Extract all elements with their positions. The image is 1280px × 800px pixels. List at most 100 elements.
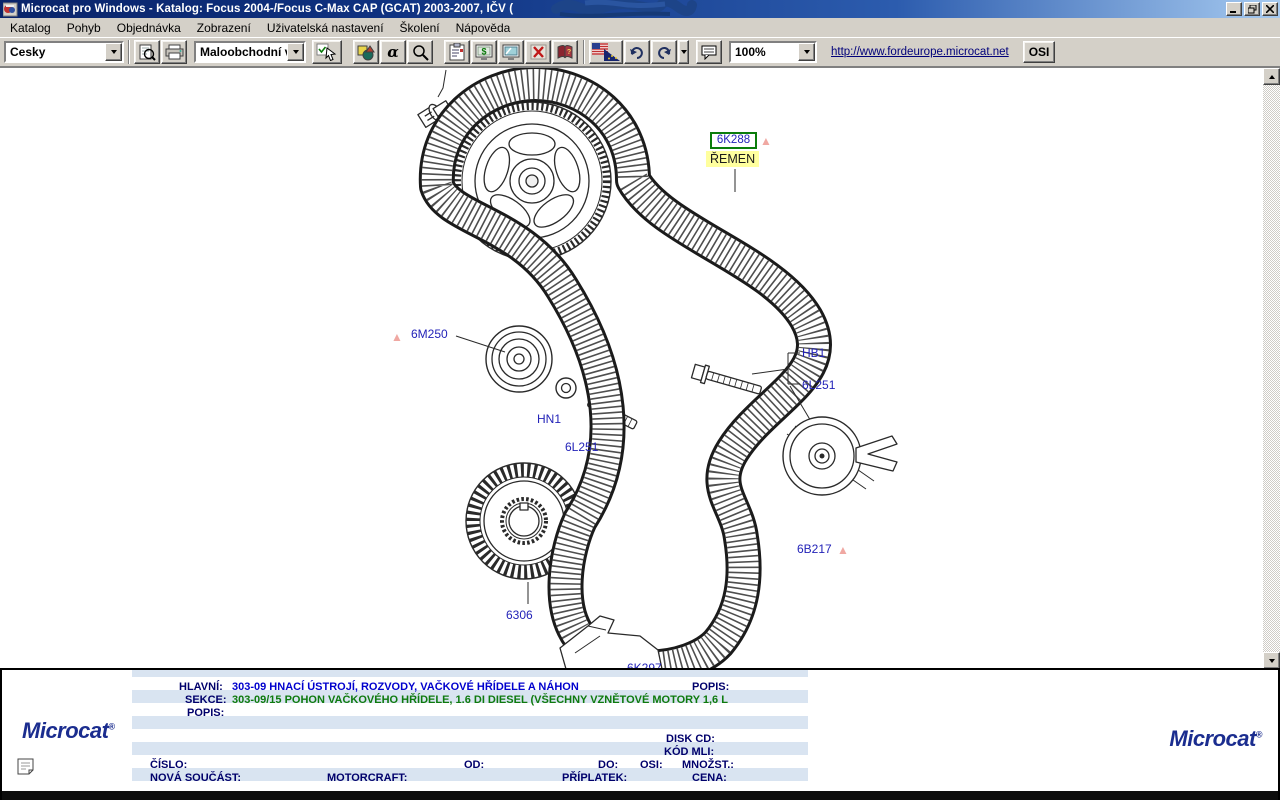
hlavni-value: 303-09 HNACÍ ÚSTROJÍ, ROZVODY, VAČKOVÉ H… [232, 681, 579, 694]
minimize-button[interactable] [1226, 2, 1242, 16]
registered-mark: ® [108, 722, 114, 732]
notes-button[interactable] [696, 40, 722, 64]
label-6k297-partial[interactable]: 6K297 [627, 661, 662, 668]
printer-icon [165, 44, 184, 60]
delete-button[interactable] [525, 40, 551, 64]
microcat-window: Microcat pro Windows - Katalog: Focus 20… [0, 0, 1280, 800]
monitor-dollar-icon: $ [475, 44, 494, 61]
do-label: DO: [598, 759, 618, 772]
zoom-value: 100% [731, 45, 798, 59]
cislo-label: ČÍSLO: [150, 759, 187, 772]
restore-button[interactable] [1244, 2, 1260, 16]
selected-part-box[interactable]: 6K288 [710, 132, 757, 149]
label-6m250[interactable]: 6M250 [411, 327, 448, 341]
menu-napoveda[interactable]: Nápověda [448, 19, 519, 37]
view-value: Maloobchodní vi [196, 45, 287, 59]
language-select[interactable]: Cesky [4, 41, 124, 63]
chevron-down-icon [293, 50, 299, 54]
close-icon [1266, 5, 1274, 13]
osi-button[interactable]: OSI [1023, 41, 1056, 63]
chevron-down-icon [111, 50, 117, 54]
bottom-edge [0, 791, 1280, 800]
idler-pulley[interactable] [783, 417, 897, 495]
monitor-icon [502, 44, 521, 61]
alpha-index-button[interactable]: α [380, 40, 406, 64]
sekce-label: SEKCE: [185, 694, 227, 707]
menu-objednavka[interactable]: Objednávka [109, 19, 189, 37]
undo-icon [629, 45, 645, 59]
motorcraft-label: MOTORCRAFT: [327, 772, 407, 785]
menu-skoleni[interactable]: Školení [392, 19, 448, 37]
select-parts-button[interactable] [312, 40, 342, 64]
comment-bubble-icon [701, 45, 717, 60]
info-panel: HLAVNÍ: 303-09 HNACÍ ÚSTROJÍ, ROZVODY, V… [0, 668, 1280, 800]
diagram-canvas: 6K288 ▲ ŘEMEN ▲ 6M250 HB1 6L251 HN1 6L25… [0, 67, 1280, 668]
menu-pohyb[interactable]: Pohyb [59, 19, 109, 37]
book-icon: ? [556, 44, 574, 60]
search-button[interactable] [407, 40, 433, 64]
graphics-index-button[interactable] [353, 40, 379, 64]
view-select[interactable]: Maloobchodní vi [194, 41, 306, 63]
zoom-dropdown-button[interactable] [798, 43, 815, 61]
alpha-icon: α [387, 43, 399, 61]
label-6l251-left[interactable]: 6L251 [565, 440, 598, 454]
separator [583, 40, 585, 64]
triangle-marker-icon: ▲ [760, 135, 772, 147]
flags-icon [592, 43, 620, 61]
label-6b217[interactable]: 6B217 [797, 542, 832, 556]
osi-label: OSI: [640, 759, 663, 772]
shapes-icon [357, 44, 375, 61]
washer-hn1[interactable] [556, 378, 576, 398]
chevron-down-icon [1269, 659, 1275, 663]
app-icon [3, 2, 18, 17]
market-flags-button[interactable] [589, 40, 623, 64]
red-x-icon [530, 44, 547, 60]
svg-text:$: $ [481, 46, 486, 56]
minimize-icon [1230, 5, 1238, 13]
undo-button[interactable] [624, 40, 650, 64]
help-book-button[interactable]: ? [552, 40, 578, 64]
scroll-down-button[interactable] [1263, 652, 1280, 668]
priplatek-label: PŘÍPLATEK: [562, 772, 627, 785]
restore-icon [1248, 5, 1257, 14]
label-hn1[interactable]: HN1 [537, 412, 561, 426]
label-hb1[interactable]: HB1 [802, 346, 825, 360]
title-bar: Microcat pro Windows - Katalog: Focus 20… [0, 0, 1280, 18]
svg-text:?: ? [567, 49, 571, 56]
microcat-logo-right: Microcat® [1169, 726, 1262, 752]
tensioner-pulley[interactable] [456, 326, 552, 392]
scroll-up-button[interactable] [1263, 68, 1280, 85]
print-preview-icon [138, 44, 156, 61]
menu-bar: Katalog Pohyb Objednávka Zobrazení Uživa… [0, 18, 1280, 37]
label-6l251-right[interactable]: 6L251 [802, 378, 835, 392]
cena-label: CENA: [692, 772, 727, 785]
parts-diagram[interactable] [0, 68, 1262, 668]
price-screen-button[interactable]: $ [471, 40, 497, 64]
hlavni-label: HLAVNÍ: [179, 681, 223, 694]
toolbar: Cesky Maloobchodní vi α $ [0, 37, 1280, 67]
screen-view-button[interactable] [498, 40, 524, 64]
vertical-scrollbar[interactable] [1263, 68, 1280, 668]
triangle-marker-icon: ▲ [391, 331, 403, 343]
kod-mli-label: KÓD MLI: [664, 746, 714, 759]
separator [128, 40, 130, 64]
redo-button[interactable] [651, 40, 677, 64]
menu-katalog[interactable]: Katalog [2, 19, 59, 37]
language-dropdown-button[interactable] [105, 43, 122, 61]
print-button[interactable] [161, 40, 187, 64]
clipboard-icon [449, 43, 466, 61]
parts-info-button[interactable] [444, 40, 470, 64]
view-dropdown-button[interactable] [287, 43, 304, 61]
url-field: http://www.fordeurope.microcat.net [823, 41, 1017, 63]
menu-uzivatelska-nastaveni[interactable]: Uživatelská nastavení [259, 19, 392, 37]
triangle-marker-icon: ▲ [837, 544, 849, 556]
menu-zobrazeni[interactable]: Zobrazení [189, 19, 259, 37]
close-button[interactable] [1262, 2, 1278, 16]
label-6306[interactable]: 6306 [506, 608, 533, 622]
note-icon[interactable] [16, 758, 36, 775]
redo-dropdown-button[interactable] [678, 40, 689, 64]
disk-cd-label: DISK CD: [666, 733, 715, 746]
zoom-select[interactable]: 100% [729, 41, 817, 63]
print-preview-button[interactable] [134, 40, 160, 64]
microcat-link[interactable]: http://www.fordeurope.microcat.net [831, 46, 1009, 58]
